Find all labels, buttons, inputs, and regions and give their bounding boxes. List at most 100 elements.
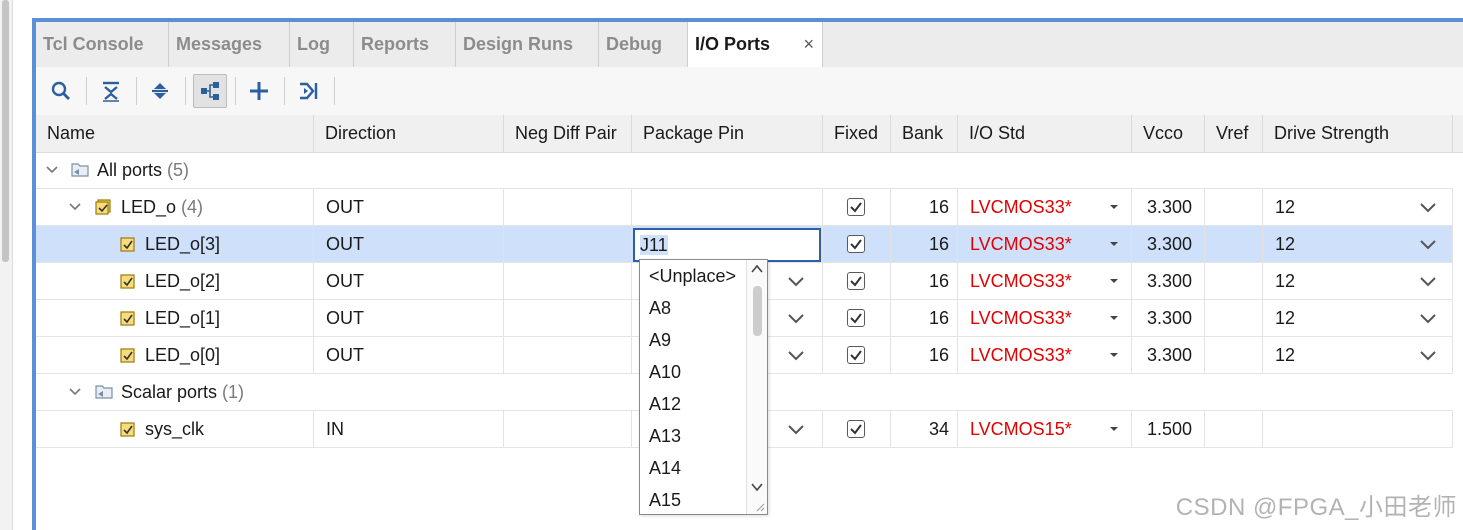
pin-option[interactable]: A15 bbox=[649, 484, 681, 516]
pin-option[interactable]: A14 bbox=[649, 452, 681, 484]
chevron-down-icon[interactable] bbox=[786, 270, 806, 292]
fixed-cell[interactable] bbox=[823, 189, 891, 225]
port-icon bbox=[120, 348, 135, 363]
io-std-cell[interactable]: LVCMOS33* bbox=[958, 189, 1132, 225]
io-std-cell[interactable]: LVCMOS33* bbox=[958, 263, 1132, 299]
search-icon bbox=[51, 81, 70, 100]
fixed-cell[interactable] bbox=[823, 300, 891, 336]
add-icon bbox=[250, 82, 268, 100]
neg-diff-pair-cell bbox=[504, 411, 632, 447]
add-button[interactable] bbox=[242, 74, 276, 108]
column-package-pin[interactable]: Package Pin bbox=[632, 115, 823, 152]
vref-cell bbox=[1205, 226, 1263, 262]
io-std-cell[interactable]: LVCMOS33* bbox=[958, 226, 1132, 262]
chevron-up-icon[interactable] bbox=[751, 264, 763, 274]
drive-strength-cell[interactable]: 12 bbox=[1263, 226, 1453, 262]
chevron-down-icon[interactable] bbox=[1418, 307, 1438, 329]
drive-value: 12 bbox=[1275, 345, 1296, 365]
column-io-std[interactable]: I/O Std bbox=[958, 115, 1132, 152]
expand-all-button[interactable] bbox=[143, 74, 177, 108]
chevron-down-icon[interactable] bbox=[786, 418, 806, 440]
dropdown-arrow-icon[interactable] bbox=[1110, 204, 1118, 210]
bank-cell: 16 bbox=[891, 337, 958, 373]
group-by-interface-button[interactable] bbox=[193, 74, 227, 108]
column-vcco[interactable]: Vcco bbox=[1132, 115, 1205, 152]
io-std-cell[interactable]: LVCMOS33* bbox=[958, 337, 1132, 373]
drive-strength-cell[interactable]: 12 bbox=[1263, 337, 1453, 373]
chevron-down-icon[interactable] bbox=[1418, 196, 1438, 218]
dropdown-arrow-icon[interactable] bbox=[1110, 315, 1118, 321]
pin-option[interactable]: A8 bbox=[649, 292, 671, 324]
tab-messages[interactable]: Messages bbox=[169, 22, 290, 67]
vref-cell bbox=[1205, 263, 1263, 299]
fixed-checkbox[interactable] bbox=[847, 420, 865, 438]
chevron-down-icon[interactable] bbox=[45, 163, 59, 177]
package-pin-input[interactable]: J11 bbox=[633, 228, 821, 262]
io-std-value: LVCMOS33* bbox=[970, 271, 1072, 291]
fixed-checkbox[interactable] bbox=[847, 198, 865, 216]
fixed-checkbox[interactable] bbox=[847, 272, 865, 290]
fixed-cell[interactable] bbox=[823, 411, 891, 447]
search-button[interactable] bbox=[44, 74, 78, 108]
chevron-down-icon[interactable] bbox=[68, 200, 82, 214]
port-icon bbox=[120, 237, 135, 252]
vcco-cell: 1.500 bbox=[1132, 411, 1205, 447]
direction-cell: IN bbox=[314, 411, 504, 447]
column-vref[interactable]: Vref bbox=[1205, 115, 1263, 152]
dropdown-arrow-icon[interactable] bbox=[1110, 426, 1118, 432]
tab-design-runs[interactable]: Design Runs bbox=[456, 22, 599, 67]
tab-tcl-console[interactable]: Tcl Console bbox=[36, 22, 169, 67]
pin-option[interactable]: A10 bbox=[649, 356, 681, 388]
tab-reports[interactable]: Reports bbox=[354, 22, 456, 67]
fixed-checkbox[interactable] bbox=[847, 346, 865, 364]
fixed-checkbox[interactable] bbox=[847, 309, 865, 327]
dropdown-arrow-icon[interactable] bbox=[1110, 241, 1118, 247]
chevron-down-icon[interactable] bbox=[1418, 233, 1438, 255]
column-name[interactable]: Name bbox=[36, 115, 314, 152]
chevron-down-icon[interactable] bbox=[1418, 344, 1438, 366]
vcco-cell: 3.300 bbox=[1132, 300, 1205, 336]
tree-row-led-bus[interactable]: LED_o (4) OUT 16 LVCMOS33* 3.300 12 bbox=[36, 189, 1453, 226]
drive-strength-cell[interactable]: 12 bbox=[1263, 189, 1453, 225]
io-std-cell[interactable]: LVCMOS33* bbox=[958, 300, 1132, 336]
close-icon[interactable]: × bbox=[803, 22, 814, 66]
drive-strength-cell[interactable]: 12 bbox=[1263, 263, 1453, 299]
pin-option[interactable]: A9 bbox=[649, 324, 671, 356]
left-scrollbar[interactable] bbox=[2, 0, 9, 262]
collapse-all-button[interactable] bbox=[94, 74, 128, 108]
fixed-cell[interactable] bbox=[823, 337, 891, 373]
pin-option[interactable]: A13 bbox=[649, 420, 681, 452]
tab-io-ports[interactable]: I/O Ports × bbox=[688, 22, 823, 68]
chevron-down-icon[interactable] bbox=[68, 385, 82, 399]
pin-option[interactable]: <Unplace> bbox=[649, 260, 736, 292]
column-drive-strength[interactable]: Drive Strength bbox=[1263, 115, 1453, 152]
column-direction[interactable]: Direction bbox=[314, 115, 504, 152]
column-bank[interactable]: Bank bbox=[891, 115, 958, 152]
chevron-down-icon[interactable] bbox=[751, 482, 763, 492]
column-neg-diff-pair[interactable]: Neg Diff Pair bbox=[504, 115, 632, 152]
vcco-cell: 3.300 bbox=[1132, 226, 1205, 262]
tab-log[interactable]: Log bbox=[290, 22, 354, 67]
neg-diff-pair-cell bbox=[504, 226, 632, 262]
chevron-down-icon[interactable] bbox=[786, 344, 806, 366]
tab-debug[interactable]: Debug bbox=[599, 22, 688, 67]
package-pin-cell[interactable] bbox=[632, 189, 823, 225]
drive-strength-cell[interactable]: 12 bbox=[1263, 300, 1453, 336]
auto-place-button[interactable] bbox=[292, 74, 326, 108]
dropdown-arrow-icon[interactable] bbox=[1110, 352, 1118, 358]
fixed-cell[interactable] bbox=[823, 263, 891, 299]
dropdown-arrow-icon[interactable] bbox=[1110, 278, 1118, 284]
pin-option[interactable]: A12 bbox=[649, 388, 681, 420]
dropdown-scrollbar[interactable] bbox=[746, 260, 767, 514]
tree-row-all-ports[interactable]: All ports (5) bbox=[36, 152, 1453, 189]
resize-grip-icon[interactable] bbox=[755, 502, 765, 512]
tab-label: Design Runs bbox=[463, 34, 574, 54]
fixed-cell[interactable] bbox=[823, 226, 891, 262]
column-fixed[interactable]: Fixed bbox=[823, 115, 891, 152]
drive-strength-cell[interactable] bbox=[1263, 411, 1453, 447]
chevron-down-icon[interactable] bbox=[786, 307, 806, 329]
fixed-checkbox[interactable] bbox=[847, 235, 865, 253]
scrollbar-thumb[interactable] bbox=[753, 286, 762, 336]
io-std-cell[interactable]: LVCMOS15* bbox=[958, 411, 1132, 447]
chevron-down-icon[interactable] bbox=[1418, 270, 1438, 292]
